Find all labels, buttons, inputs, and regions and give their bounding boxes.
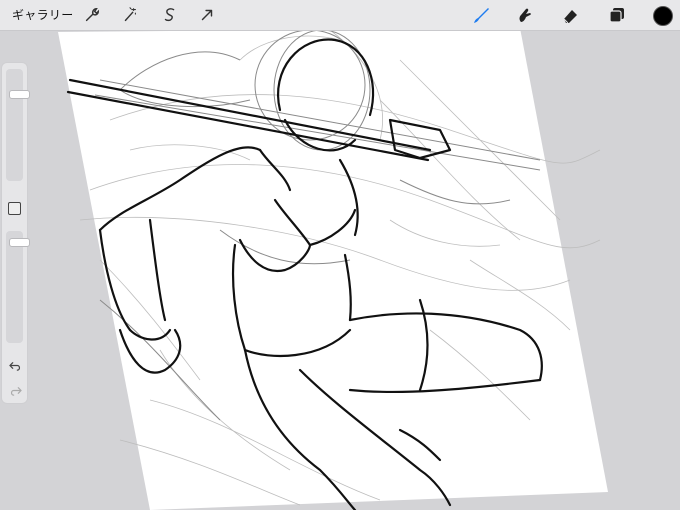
undo-icon[interactable]	[8, 358, 22, 372]
modify-button[interactable]	[8, 202, 21, 215]
selection-icon[interactable]	[160, 5, 180, 25]
sketch-mid-lines	[94, 29, 541, 421]
drawing-canvas[interactable]	[0, 0, 680, 510]
opacity-slider[interactable]	[6, 231, 30, 343]
canvas-artboard[interactable]	[0, 0, 680, 510]
wrench-icon[interactable]	[82, 5, 102, 25]
brush-size-slider[interactable]	[6, 69, 30, 181]
brush-icon[interactable]	[469, 4, 493, 26]
eraser-icon[interactable]	[558, 4, 582, 26]
magic-wand-icon[interactable]	[120, 5, 140, 25]
sketch-dark-lines	[66, 38, 543, 510]
gallery-button[interactable]: ギャラリー	[12, 6, 74, 23]
brush-size-slider-thumb[interactable]	[9, 90, 30, 99]
redo-icon[interactable]	[8, 383, 22, 397]
layers-icon[interactable]	[605, 4, 629, 26]
smudge-icon[interactable]	[512, 4, 536, 26]
left-sidebar	[1, 62, 30, 404]
opacity-slider-thumb[interactable]	[9, 238, 30, 247]
transform-arrow-icon[interactable]	[197, 5, 217, 25]
canvas-paper	[58, 28, 608, 510]
sketch-light-lines	[79, 29, 601, 506]
top-toolbar: ギャラリー	[0, 0, 680, 31]
color-picker-swatch[interactable]	[653, 6, 673, 26]
